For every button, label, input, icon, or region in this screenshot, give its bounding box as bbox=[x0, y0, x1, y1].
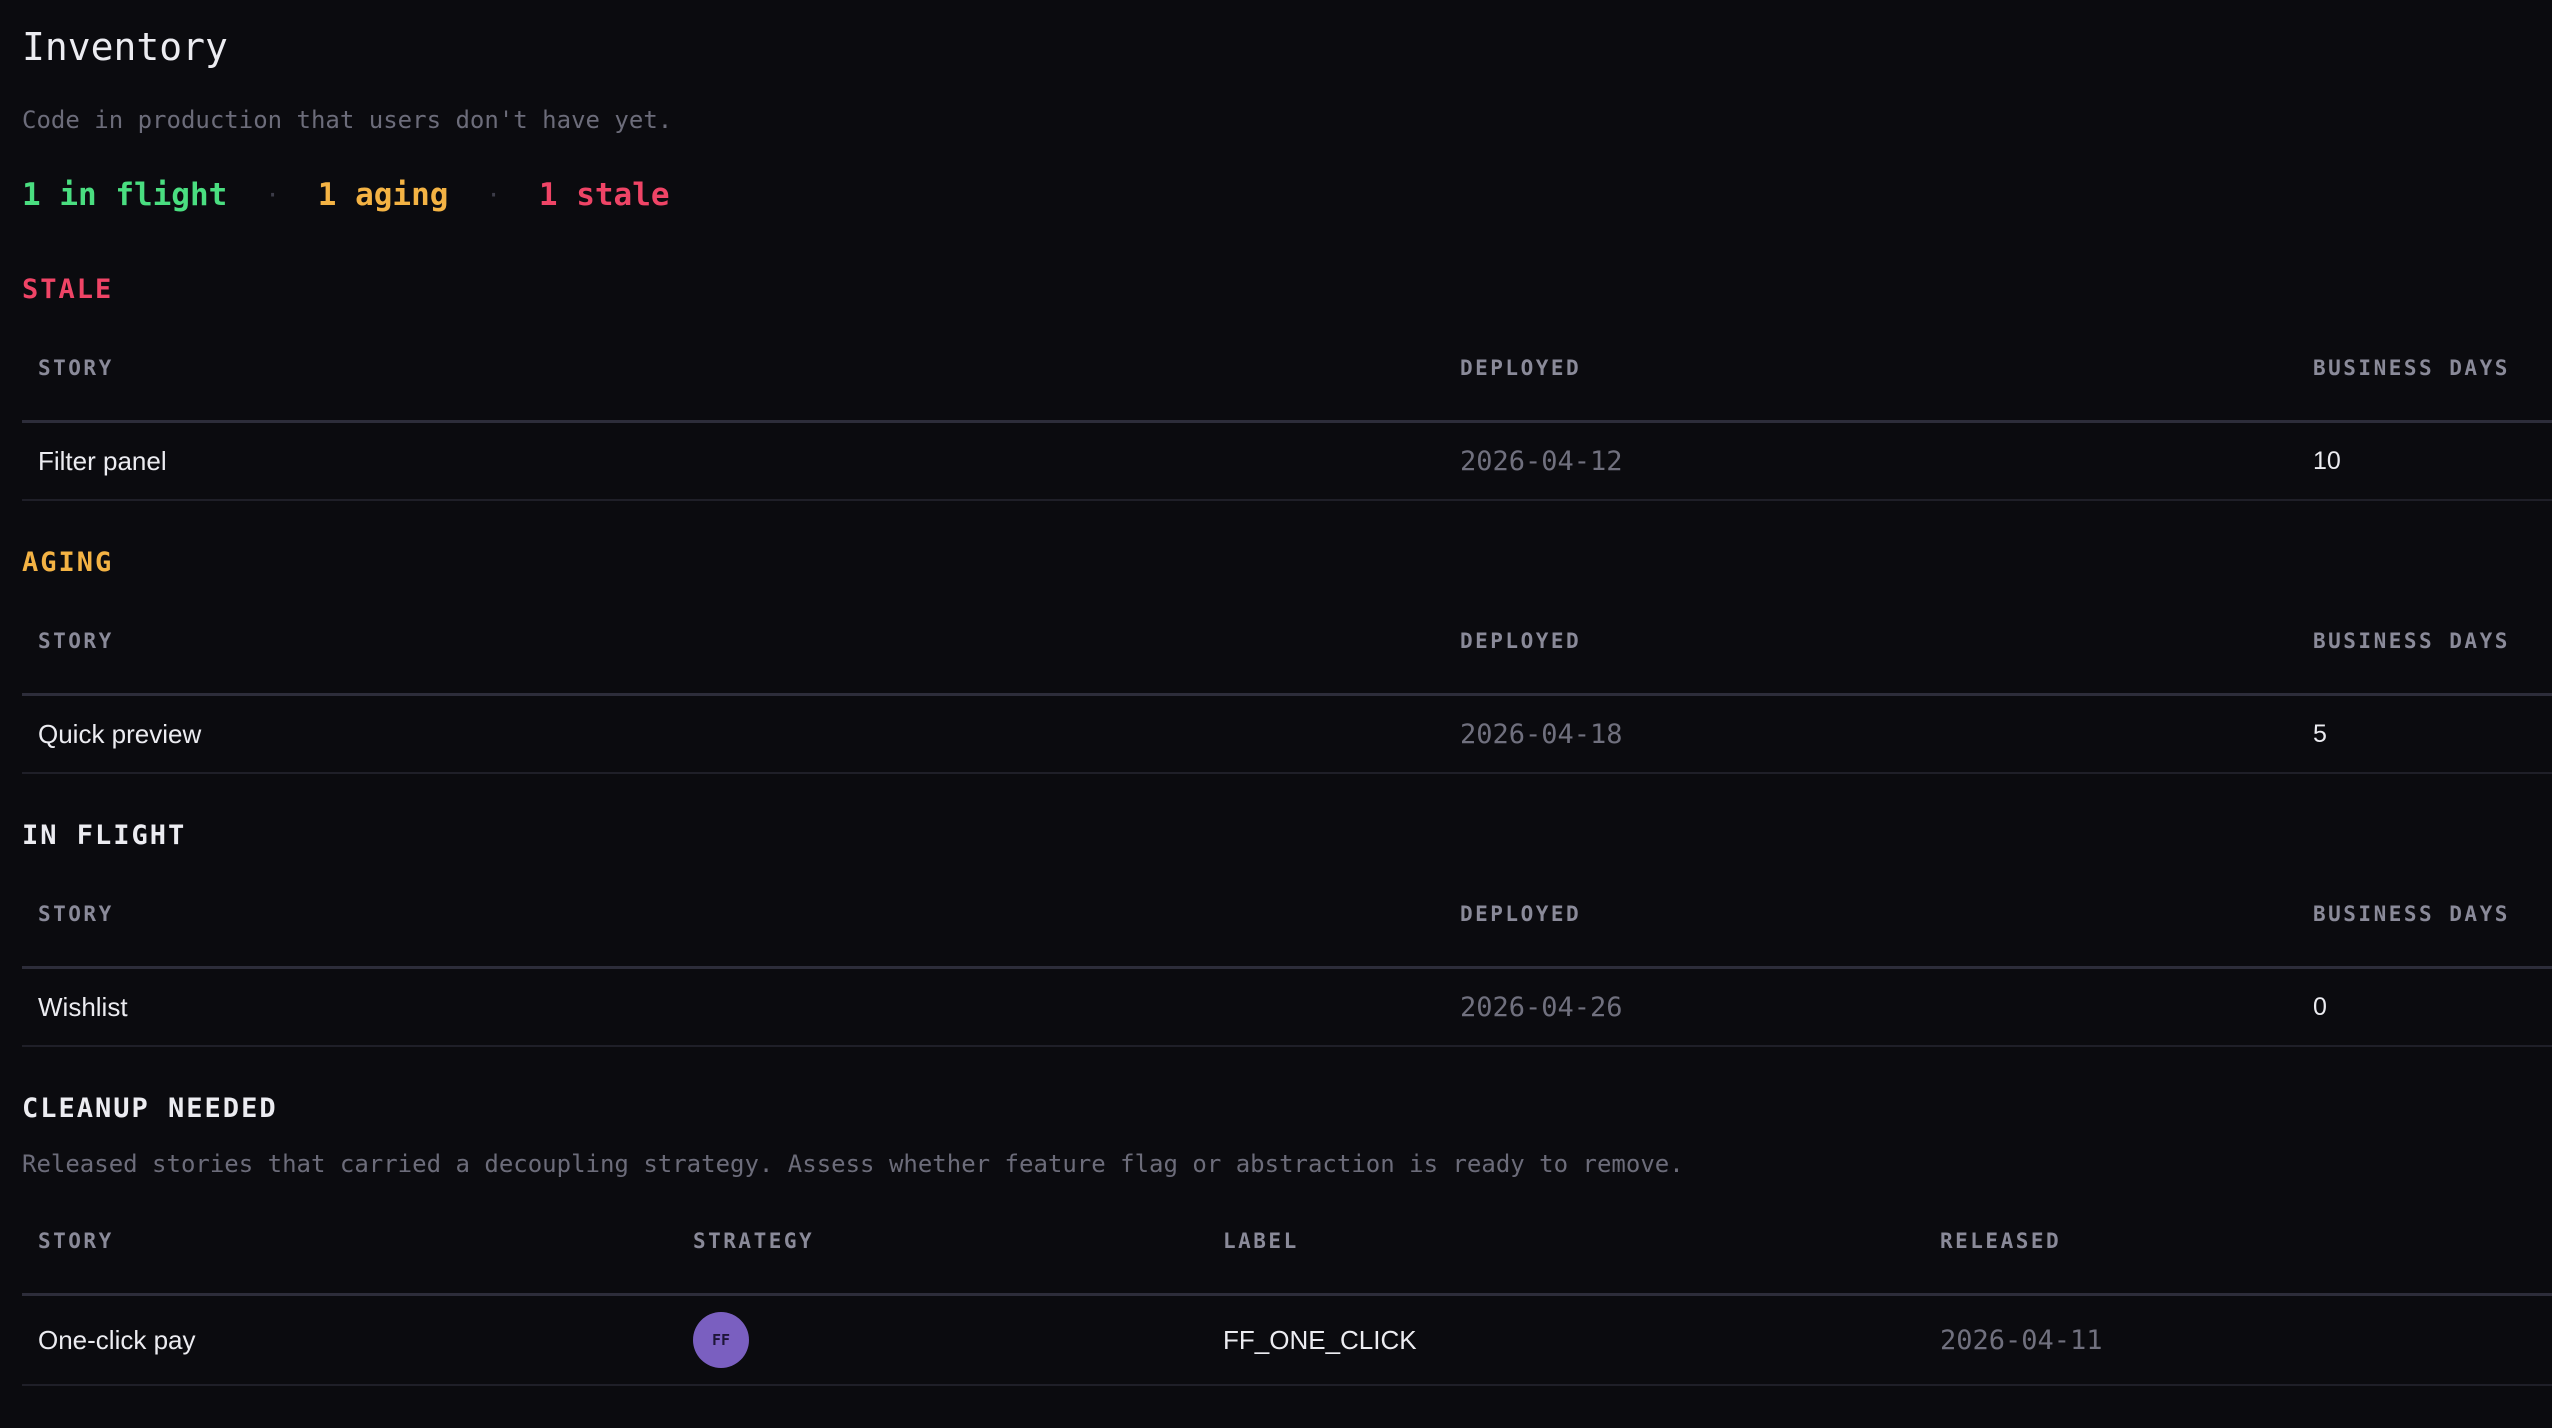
section-title-stale: STALE bbox=[22, 274, 114, 305]
stale-table: STORY DEPLOYED BUSINESS DAYS Filter pane… bbox=[22, 330, 2552, 501]
page-subtitle: Code in production that users don't have… bbox=[22, 106, 673, 134]
summary-separator: · bbox=[486, 181, 501, 209]
in-flight-count: 1 in flight bbox=[22, 177, 228, 213]
story-cell: Wishlist bbox=[38, 991, 128, 1022]
deployed-cell: 2026-04-12 bbox=[1460, 445, 1623, 477]
table-header: STORY DEPLOYED BUSINESS DAYS bbox=[22, 603, 2552, 696]
summary-separator: · bbox=[265, 181, 280, 209]
column-header-label: LABEL bbox=[1223, 1229, 1299, 1253]
deployed-cell: 2026-04-26 bbox=[1460, 991, 1623, 1023]
label-cell: FF_ONE_CLICK bbox=[1223, 1324, 1417, 1355]
page-title: Inventory bbox=[22, 25, 228, 69]
aging-count: 1 aging bbox=[317, 177, 449, 213]
column-header-strategy: STRATEGY bbox=[693, 1229, 815, 1253]
column-header-business-days: BUSINESS DAYS bbox=[2313, 356, 2510, 380]
business-days-cell: 10 bbox=[2313, 446, 2341, 475]
table-header: STORY DEPLOYED BUSINESS DAYS bbox=[22, 876, 2552, 969]
in-flight-table: STORY DEPLOYED BUSINESS DAYS Wishlist 20… bbox=[22, 876, 2552, 1047]
feature-flag-badge: FF bbox=[693, 1312, 749, 1368]
table-row[interactable]: Quick preview 2026-04-18 5 bbox=[22, 696, 2552, 774]
business-days-cell: 0 bbox=[2313, 992, 2327, 1021]
section-title-cleanup: CLEANUP NEEDED bbox=[22, 1093, 278, 1124]
story-cell: One-click pay bbox=[38, 1324, 196, 1355]
column-header-story: STORY bbox=[38, 902, 114, 926]
released-cell: 2026-04-11 bbox=[1940, 1324, 2103, 1356]
aging-table: STORY DEPLOYED BUSINESS DAYS Quick previ… bbox=[22, 603, 2552, 774]
section-title-in-flight: IN FLIGHT bbox=[22, 820, 187, 851]
column-header-story: STORY bbox=[38, 629, 114, 653]
status-summary: 1 in flight · 1 aging · 1 stale bbox=[22, 172, 670, 218]
inventory-page: Inventory Code in production that users … bbox=[0, 0, 2552, 1428]
story-cell: Filter panel bbox=[38, 445, 167, 476]
business-days-cell: 5 bbox=[2313, 719, 2327, 748]
cleanup-description: Released stories that carried a decoupli… bbox=[22, 1150, 1684, 1178]
story-cell: Quick preview bbox=[38, 718, 202, 749]
column-header-story: STORY bbox=[38, 356, 114, 380]
column-header-business-days: BUSINESS DAYS bbox=[2313, 902, 2510, 926]
stale-count: 1 stale bbox=[538, 177, 670, 213]
table-row[interactable]: Wishlist 2026-04-26 0 bbox=[22, 969, 2552, 1047]
deployed-cell: 2026-04-18 bbox=[1460, 718, 1623, 750]
column-header-deployed: DEPLOYED bbox=[1460, 629, 1582, 653]
column-header-released: RELEASED bbox=[1940, 1229, 2062, 1253]
column-header-deployed: DEPLOYED bbox=[1460, 902, 1582, 926]
cleanup-table: STORY STRATEGY LABEL RELEASED One-click … bbox=[22, 1203, 2552, 1386]
column-header-business-days: BUSINESS DAYS bbox=[2313, 629, 2510, 653]
table-row[interactable]: Filter panel 2026-04-12 10 bbox=[22, 423, 2552, 501]
table-header: STORY STRATEGY LABEL RELEASED bbox=[22, 1203, 2552, 1296]
table-header: STORY DEPLOYED BUSINESS DAYS bbox=[22, 330, 2552, 423]
table-row[interactable]: One-click pay FF FF_ONE_CLICK 2026-04-11 bbox=[22, 1296, 2552, 1386]
column-header-deployed: DEPLOYED bbox=[1460, 356, 1582, 380]
strategy-cell: FF bbox=[693, 1296, 749, 1384]
section-title-aging: AGING bbox=[22, 547, 114, 578]
column-header-story: STORY bbox=[38, 1229, 114, 1253]
